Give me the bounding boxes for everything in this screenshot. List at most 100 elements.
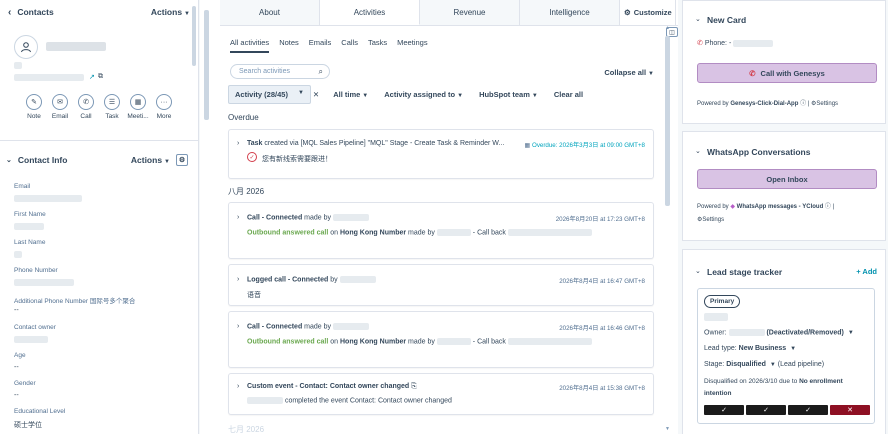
complete-task-checkbox[interactable]: ✓ [247, 152, 257, 162]
subtab-emails[interactable]: Emails [309, 38, 332, 53]
field-value-age[interactable]: -- [14, 364, 19, 371]
quick-action-meeting[interactable]: ▦ Meeti... [127, 94, 149, 120]
add-lead-button[interactable]: + Add [856, 267, 877, 276]
tab-about[interactable]: About [220, 0, 320, 25]
quick-action-label: Task [105, 113, 119, 120]
field-value-additional-phone[interactable]: -- [14, 307, 19, 314]
info-icon[interactable]: ⓘ [825, 204, 831, 210]
lead-name[interactable] [704, 313, 728, 321]
subtab-meetings[interactable]: Meetings [397, 38, 427, 53]
header-actions-button[interactable]: Actions ▼ [151, 7, 190, 17]
open-inbox-button[interactable]: Open Inbox [697, 169, 877, 189]
tab-revenue[interactable]: Revenue [420, 0, 520, 25]
field-value-first-name[interactable] [14, 223, 44, 230]
collapse-all-button[interactable]: Collapse all ▼ [604, 68, 654, 77]
field-label-first-name: First Name [14, 211, 46, 218]
contact-info-actions-button[interactable]: Actions ▼ [131, 155, 170, 165]
stage-complete-icon: ✓ [788, 405, 828, 415]
field-value-last-name[interactable] [14, 251, 22, 258]
task-card[interactable]: › Task created via [MQL Sales Pipeline] … [228, 129, 654, 179]
settings-link[interactable]: ⚙Settings [697, 216, 724, 223]
activity-card[interactable]: › Custom event - Contact: Contact owner … [228, 373, 654, 415]
task-due-date: ▦ Overdue: 2026年3月3日 at 09:00 GMT+8 [524, 142, 645, 149]
right-sidebar: ⌄ New Card ✆ Phone: - ✆ Call with Genesys… [680, 0, 888, 434]
quick-action-call[interactable]: ✆ Call [76, 94, 96, 120]
field-label-gender: Gender [14, 380, 36, 387]
field-value-gender[interactable]: -- [14, 392, 19, 399]
collapse-chevron-icon[interactable]: ⌄ [6, 156, 12, 164]
quick-action-label: Email [51, 113, 69, 120]
field-value-contact-owner[interactable] [14, 336, 48, 343]
assigned-to-filter[interactable]: Activity assigned to ▼ [384, 90, 463, 99]
whatsapp-title: WhatsApp Conversations [707, 147, 811, 157]
quick-action-email[interactable]: ✉ Email [50, 94, 70, 120]
back-chevron-icon[interactable]: ‹ [8, 7, 11, 18]
expand-chevron-icon[interactable]: › [237, 214, 239, 221]
phone-line: ✆ Phone: - [697, 39, 774, 47]
scroll-up-arrow-icon[interactable]: ▲ [665, 25, 670, 31]
info-icon[interactable]: ⓘ [800, 101, 806, 107]
tab-activities[interactable]: Activities [320, 0, 420, 25]
activity-detail: Outbound answered call on Hong Kong Numb… [247, 229, 592, 236]
field-value-phone[interactable] [14, 279, 74, 286]
gear-icon: ⚙ [624, 8, 631, 17]
expand-chevron-icon[interactable]: › [237, 276, 239, 283]
quick-action-label: Call [80, 113, 92, 120]
divider [0, 140, 198, 141]
tab-intelligence[interactable]: Intelligence [520, 0, 620, 25]
quick-action-task[interactable]: ☰ Task [102, 94, 122, 120]
quick-action-note[interactable]: ✎ Note [24, 94, 44, 120]
calendar-icon: ▦ [524, 142, 533, 149]
collapse-chevron-icon[interactable]: ⌄ [695, 147, 701, 155]
stage-line[interactable]: Stage: Disqualified ▼ (Lead pipeline) [704, 361, 824, 368]
chevron-down-icon: ▼ [297, 90, 304, 96]
call-with-genesys-button[interactable]: ✆ Call with Genesys [697, 63, 877, 83]
clear-all-button[interactable]: Clear all [554, 90, 583, 99]
activity-card[interactable]: › Logged call - Connected by 2026年8月4日 a… [228, 264, 654, 306]
subtab-tasks[interactable]: Tasks [368, 38, 387, 53]
subtab-notes[interactable]: Notes [279, 38, 299, 53]
expand-chevron-icon[interactable]: › [237, 140, 239, 147]
left-scrollbar[interactable] [192, 6, 196, 66]
activity-scrollbar[interactable] [665, 36, 670, 206]
quick-action-label: Meeti... [127, 113, 149, 120]
copy-icon[interactable]: ⧉ [98, 73, 103, 81]
expand-chevron-icon[interactable]: › [237, 323, 239, 330]
email-icon: ✉ [52, 94, 68, 110]
contact-subtitle [14, 62, 22, 69]
owner-line[interactable]: Owner: (Deactivated/Removed) ▼ [704, 329, 854, 336]
activity-body: 语音 [247, 292, 261, 299]
calendar-icon: ▦ [130, 94, 146, 110]
settings-gear-icon[interactable]: ⚙ [176, 154, 188, 166]
activity-card[interactable]: › Call - Connected made by 2026年8月4日 at … [228, 311, 654, 368]
task-body: 您有新线索需要跟进！ [262, 156, 332, 163]
middle-left-scrollbar[interactable] [204, 10, 209, 120]
powered-by-genesys: Powered by Genesys-Click-Dial-App ⓘ | ⚙S… [697, 101, 839, 107]
collapse-chevron-icon[interactable]: ⌄ [695, 15, 701, 23]
field-value-education[interactable]: 硕士学位 [14, 420, 42, 430]
clear-filter-close-icon[interactable]: ✕ [313, 90, 319, 99]
search-activities-input[interactable]: Search activities ⌕ [230, 64, 330, 79]
subtab-all-activities[interactable]: All activities [230, 38, 270, 53]
activity-filter-chip[interactable]: Activity (28/45) ▼ [228, 85, 311, 104]
quick-action-more[interactable]: ··· More [154, 94, 174, 120]
team-filter[interactable]: HubSpot team ▼ [479, 90, 538, 99]
quick-actions: ✎ Note ✉ Email ✆ Call ☰ Task ▦ Meeti... ··· Mo… [24, 94, 174, 120]
collapse-chevron-icon[interactable]: ⌄ [695, 267, 701, 275]
lead-type-line[interactable]: Lead type: New Business ▼ [704, 345, 796, 352]
activity-card[interactable]: › Call - Connected made by 2026年8月20日 at… [228, 202, 654, 259]
external-link-icon[interactable]: ↗ [89, 73, 95, 81]
contact-info-header[interactable]: ⌄ Contact Info Actions ▼ ⚙ [0, 150, 188, 170]
all-time-filter[interactable]: All time ▼ [333, 90, 368, 99]
expand-chevron-icon[interactable]: › [237, 383, 239, 390]
field-value-email[interactable] [14, 195, 82, 202]
field-label-age: Age [14, 352, 26, 359]
settings-link[interactable]: ⚙Settings [811, 101, 838, 107]
subtab-calls[interactable]: Calls [341, 38, 358, 53]
contacts-back-link[interactable]: Contacts [17, 7, 53, 17]
task-title: Task created via [MQL Sales Pipeline] "M… [247, 140, 505, 147]
new-card: ⌄ New Card ✆ Phone: - ✆ Call with Genesys… [682, 0, 886, 124]
stage-complete-icon: ✓ [704, 405, 744, 415]
scroll-down-arrow-icon[interactable]: ▼ [665, 426, 670, 432]
customize-button[interactable]: ⚙ Customize [620, 0, 676, 25]
